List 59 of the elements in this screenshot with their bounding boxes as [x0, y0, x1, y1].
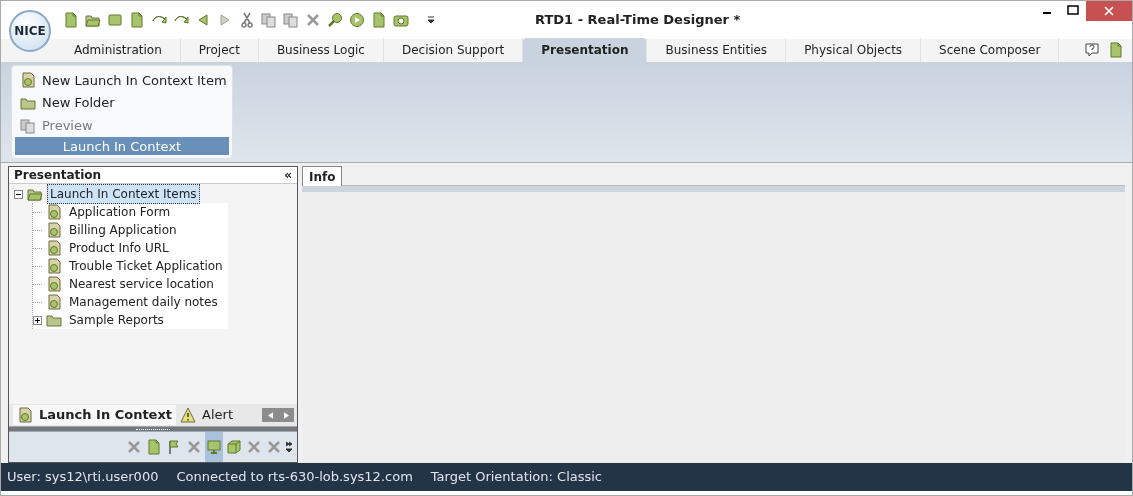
document-icon [46, 276, 62, 292]
document-icon [17, 407, 33, 423]
help-icon[interactable] [1084, 42, 1100, 58]
tree-item[interactable]: Management daily notes [66, 292, 221, 312]
document-icon [146, 439, 162, 455]
ribbon-tab[interactable]: Scene Composer [921, 38, 1060, 62]
document-icon [46, 294, 62, 310]
ribbon-tab[interactable]: Presentation [523, 38, 648, 62]
app-logo[interactable]: NICE [9, 10, 51, 52]
open-folder-icon[interactable] [85, 12, 101, 28]
tree-item[interactable]: Application Form [66, 202, 174, 222]
new-document-icon[interactable] [63, 12, 79, 28]
status-text: Target Orientation: Classic [430, 468, 602, 487]
delete-icon[interactable] [305, 12, 321, 28]
panel-tab[interactable]: Alert [176, 405, 237, 425]
play-icon[interactable] [349, 12, 365, 28]
copy-icon[interactable] [261, 12, 277, 28]
tree-item[interactable]: Sample Reports [66, 310, 167, 330]
panel-tab[interactable]: Launch In Context [13, 405, 177, 425]
folder-icon [46, 312, 62, 328]
collapse-button[interactable]: « [284, 166, 292, 184]
tree-item[interactable]: Product Info URL [66, 238, 172, 258]
ribbon-tab[interactable]: Project [180, 38, 259, 62]
tree-item[interactable]: Trouble Ticket Application [66, 256, 226, 276]
shortcut-button[interactable] [205, 432, 223, 462]
ribbon-tab[interactable]: Business Entities [647, 38, 787, 62]
document-icon [46, 258, 62, 274]
flag-icon [166, 439, 182, 455]
ribbon-tab[interactable]: Business Logic [258, 38, 384, 62]
document-icon [46, 222, 62, 238]
open-folder-icon [27, 186, 43, 202]
window-title: RTD1 - Real-Time Designer * [535, 11, 741, 30]
overflow-icon[interactable] [427, 16, 435, 24]
search-icon[interactable] [327, 12, 343, 28]
ribbon-command[interactable]: New Launch In Context Item [15, 69, 229, 92]
collapse-toggle[interactable] [14, 189, 23, 199]
document-icon [20, 72, 36, 89]
document-icon [46, 240, 62, 256]
ribbon-tab[interactable]: Administration [56, 38, 181, 62]
overflow-icon[interactable] [285, 441, 293, 453]
cut-icon[interactable] [239, 12, 255, 28]
status-text: Connected to rts-630-lob.sys12.com [176, 468, 413, 487]
ribbon-tab[interactable]: Physical Objects [786, 38, 922, 62]
status-text: User: sys12\rti.user000 [7, 468, 159, 487]
panel-title: Presentation [14, 167, 102, 184]
tab-scroll-buttons[interactable] [262, 408, 294, 422]
camera-icon[interactable] [393, 12, 409, 28]
tree-item[interactable]: Launch In Context Items [47, 184, 200, 204]
expand-toggle[interactable] [33, 315, 42, 325]
document-icon [46, 204, 62, 220]
tree-item[interactable]: Nearest service location [66, 274, 217, 294]
tree-item[interactable]: Billing Application [66, 220, 180, 240]
ribbon-command[interactable]: New Folder [15, 91, 229, 115]
folder-icon [20, 95, 36, 111]
ribbon-group-label: Launch In Context [15, 137, 229, 155]
warning-icon [180, 407, 197, 423]
content-tab[interactable]: Info [302, 166, 343, 186]
cube-icon [226, 439, 242, 455]
monitor-icon [206, 439, 222, 455]
